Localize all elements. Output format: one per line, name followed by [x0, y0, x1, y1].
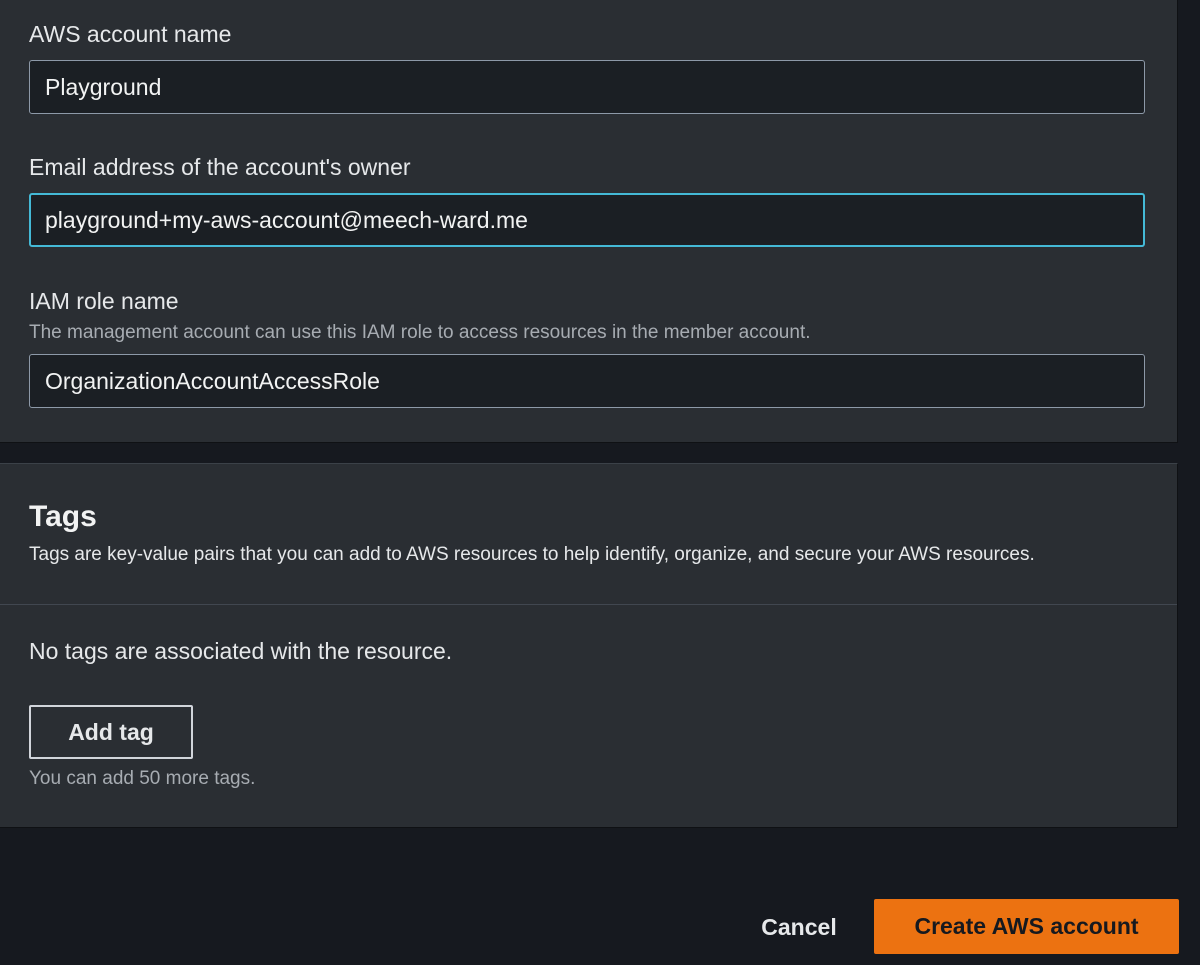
tags-title: Tags — [29, 500, 97, 533]
tag-limit-text: You can add 50 more tags. — [29, 768, 256, 789]
no-tags-message: No tags are associated with the resource… — [29, 638, 453, 664]
account-name-input[interactable] — [29, 60, 1145, 114]
email-input[interactable] — [29, 193, 1145, 247]
tags-divider — [0, 604, 1177, 605]
iam-role-description: The management account can use this IAM … — [29, 322, 811, 343]
account-name-label: AWS account name — [29, 21, 232, 47]
account-details-panel: AWS account name Email address of the ac… — [0, 0, 1178, 443]
create-aws-account-button[interactable]: Create AWS account — [874, 899, 1179, 954]
iam-role-label: IAM role name — [29, 288, 179, 314]
cancel-button[interactable]: Cancel — [740, 900, 858, 954]
tags-description: Tags are key-value pairs that you can ad… — [29, 544, 1035, 565]
add-tag-button[interactable]: Add tag — [29, 705, 193, 759]
iam-role-input[interactable] — [29, 354, 1145, 408]
email-label: Email address of the account's owner — [29, 154, 411, 180]
tags-panel: Tags Tags are key-value pairs that you c… — [0, 463, 1178, 828]
